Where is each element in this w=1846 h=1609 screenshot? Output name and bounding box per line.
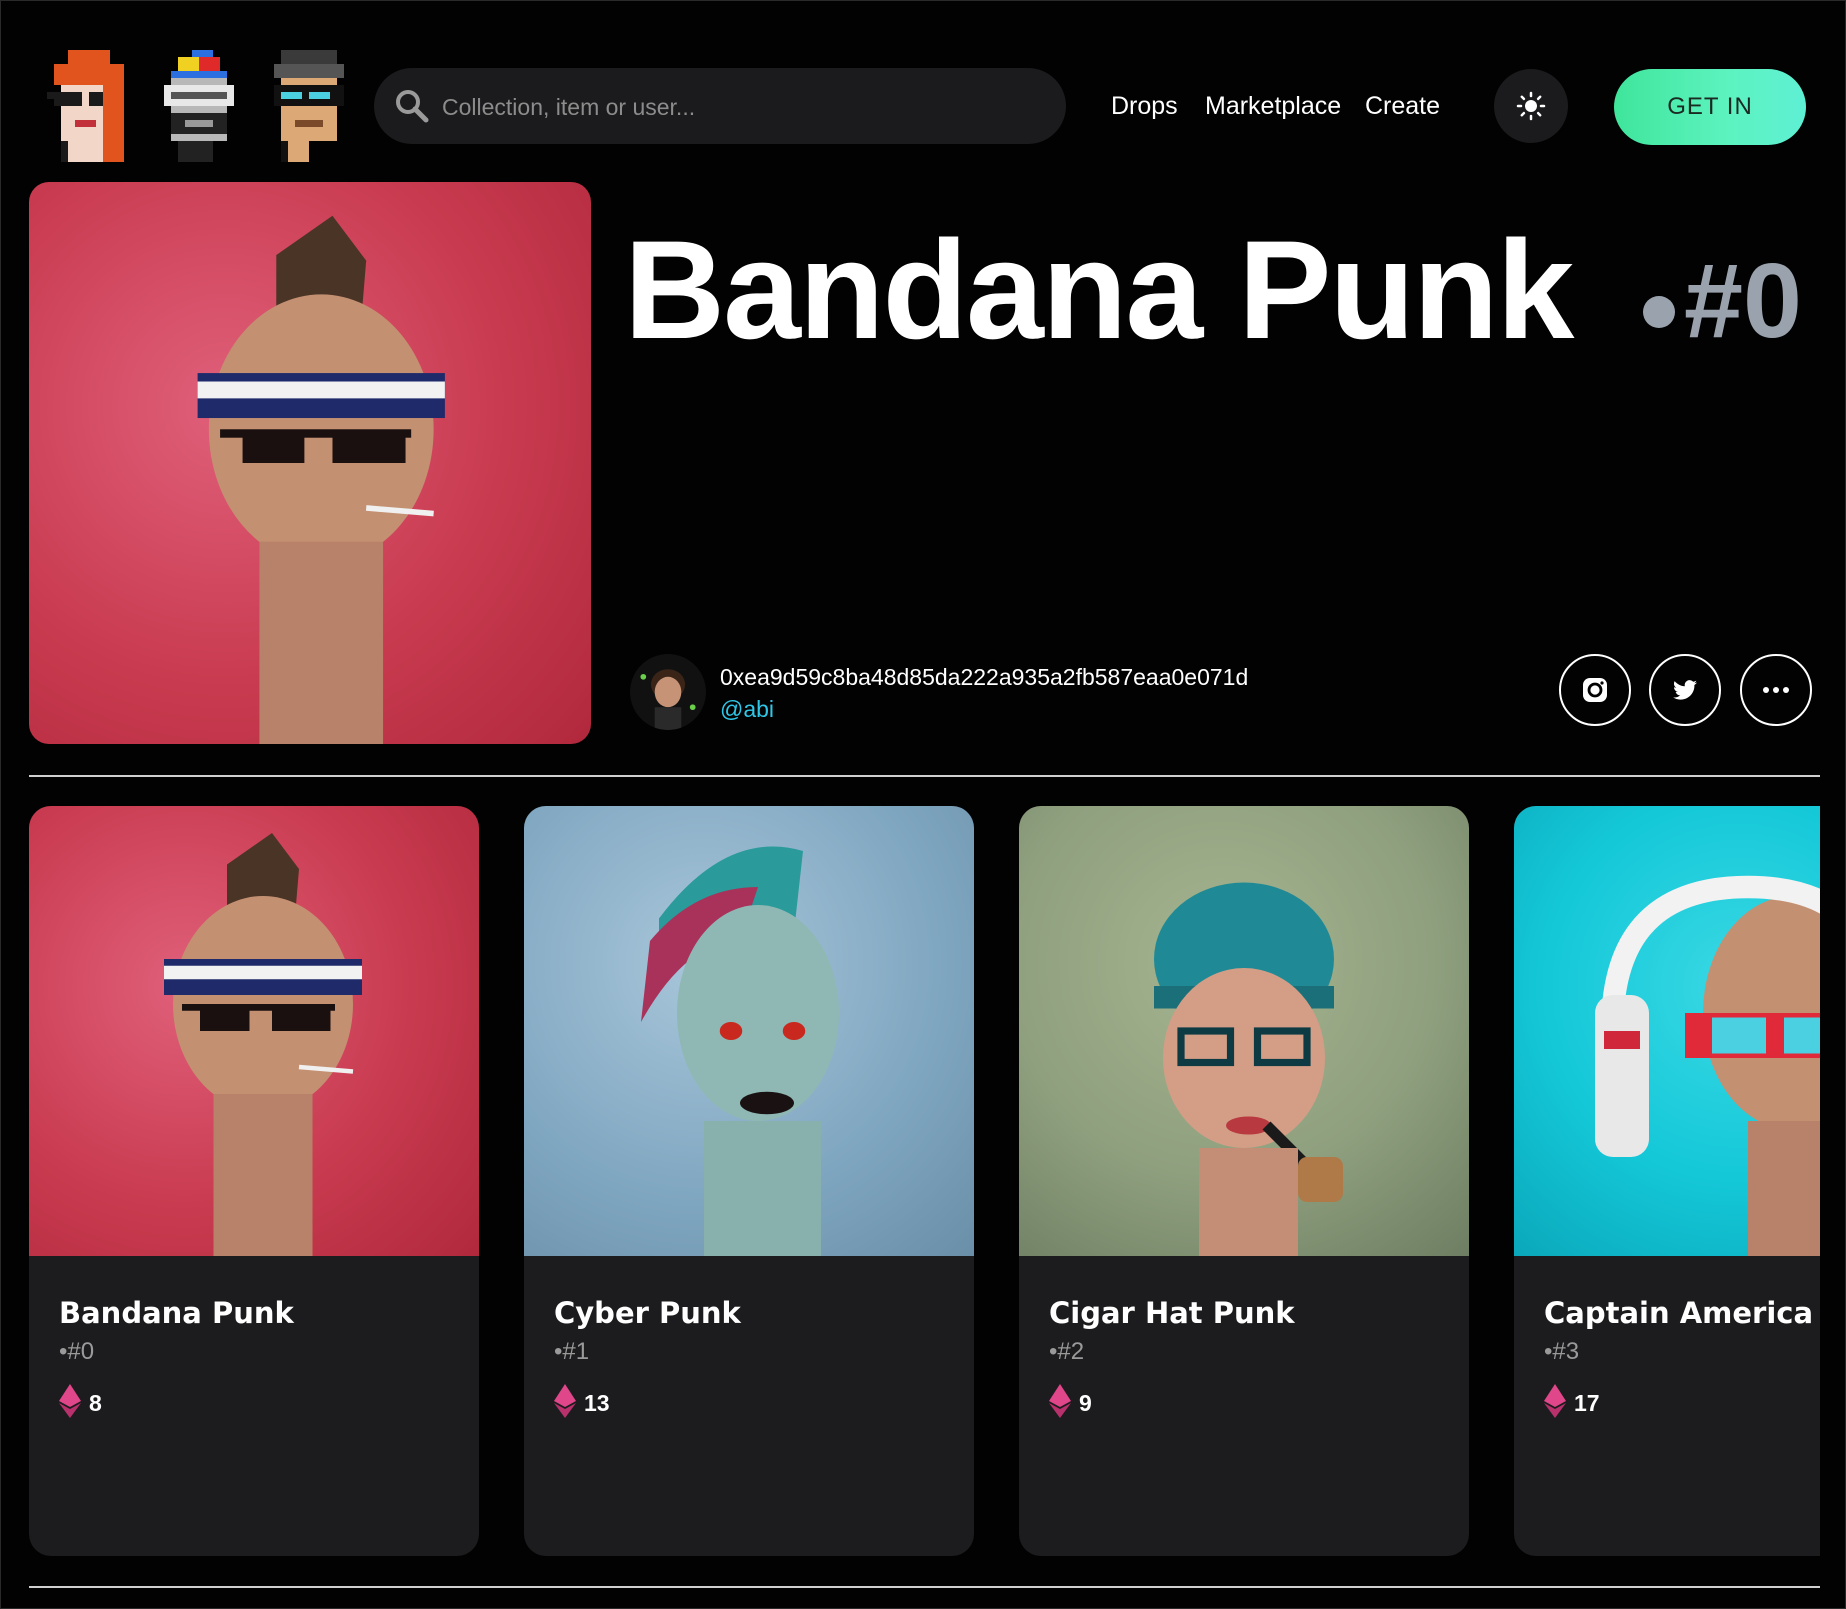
nft-card[interactable]: Cyber Punk •#1 13 [524,806,974,1556]
card-title: Captain America Punk [1544,1296,1820,1330]
theme-toggle-button[interactable] [1494,69,1568,143]
search-icon [396,90,429,123]
title-separator-dot [1643,296,1675,328]
top-header: Drops Marketplace Create GET IN [0,0,1846,180]
card-title: Cigar Hat Punk [1049,1296,1295,1330]
owner-avatar[interactable] [630,654,706,730]
bandana-punk-artwork [197,215,445,744]
nav-drops-link[interactable]: Drops [1111,92,1178,121]
punk-logo-propeller-cap-icon[interactable] [156,50,242,162]
card-token-id: •#1 [554,1338,590,1365]
nft-card-list: Bandana Punk •#0 8 Cyber Punk •#1 13 Cig… [29,806,1820,1556]
twitter-button[interactable] [1649,654,1721,726]
card-image [1019,806,1469,1256]
owner-handle-link[interactable]: @abi [720,696,774,723]
card-token-id: •#2 [1049,1338,1085,1365]
nft-title: Bandana Punk [624,211,1574,368]
punk-logo-orange-hair-icon[interactable] [46,50,132,162]
card-price-value: 9 [1079,1390,1092,1416]
section-divider [29,1586,1820,1588]
card-title: Cyber Punk [554,1296,741,1330]
card-price-value: 17 [1574,1390,1600,1416]
get-in-button[interactable]: GET IN [1614,69,1806,145]
more-icon [1763,687,1789,693]
search-bar [374,68,1066,146]
search-input[interactable] [440,68,1044,146]
card-token-id: •#0 [59,1338,95,1365]
card-image [524,806,974,1256]
hero-nft-image [29,182,591,744]
twitter-icon [1673,680,1697,700]
ethereum-icon [1544,1384,1566,1418]
nav-marketplace-link[interactable]: Marketplace [1205,92,1341,121]
owner-wallet-address: 0xea9d59c8ba48d85da222a935a2fb587eaa0e07… [720,664,1249,690]
more-options-button[interactable] [1740,654,1812,726]
instagram-button[interactable] [1559,654,1631,726]
nft-card[interactable]: Captain America Punk •#3 17 [1514,806,1820,1556]
card-price-value: 13 [584,1390,610,1416]
card-image [29,806,479,1256]
nav-create-link[interactable]: Create [1365,92,1440,121]
sun-icon [1516,91,1546,121]
nft-token-id: #0 [1684,242,1802,360]
ethereum-icon [1049,1384,1071,1418]
ethereum-icon [554,1384,576,1418]
section-divider [29,775,1820,777]
punk-logo-glasses-icon[interactable] [266,50,352,162]
ethereum-icon [59,1384,81,1418]
card-token-id: •#3 [1544,1338,1580,1365]
card-image [1514,806,1820,1256]
nft-card[interactable]: Cigar Hat Punk •#2 9 [1019,806,1469,1556]
card-price-value: 8 [89,1390,102,1416]
card-title: Bandana Punk [59,1296,294,1330]
instagram-icon [1583,678,1607,702]
nft-card[interactable]: Bandana Punk •#0 8 [29,806,479,1556]
